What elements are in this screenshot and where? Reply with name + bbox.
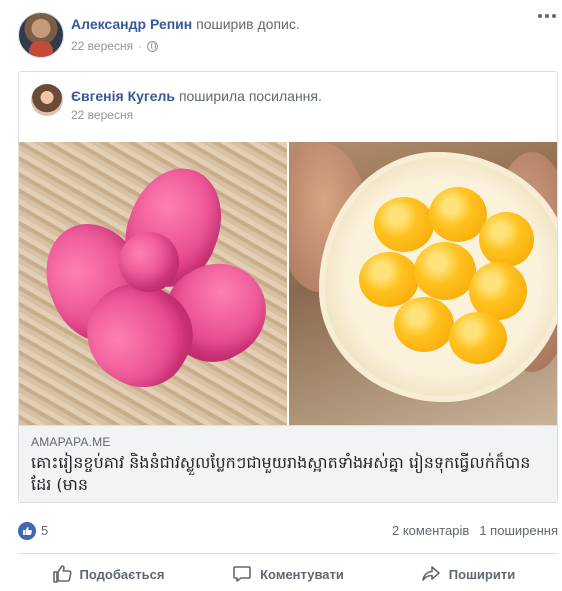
post-meta: 22 вересня ·	[71, 39, 159, 53]
post-stats: 2 коментарів 1 поширення	[392, 523, 558, 538]
link-title[interactable]: គោះរៀនខ្ចប់គាវ និងនំជាវស្លួលប្លែកៗជាមួយរ…	[31, 452, 545, 496]
post-action-text: поширив допис.	[196, 16, 300, 32]
globe-icon	[147, 40, 159, 52]
feed-post: Александр Репин поширив допис. 22 вересн…	[0, 0, 562, 591]
like-count[interactable]: 5	[41, 523, 48, 538]
author-avatar[interactable]	[18, 12, 64, 58]
post-date[interactable]: 22 вересня	[71, 39, 133, 53]
comment-icon	[232, 564, 252, 584]
share-arrow-icon	[421, 564, 441, 584]
reactions-bar: 5 2 коментарів 1 поширення	[18, 521, 558, 541]
share-label: Поширити	[448, 566, 516, 582]
shared-object-link[interactable]: посилання.	[249, 88, 322, 104]
post-headline: Александр Репин поширив допис.	[71, 16, 300, 32]
like-reaction-icon[interactable]	[18, 522, 36, 540]
link-preview-images[interactable]	[19, 142, 557, 425]
link-preview-caption[interactable]: AMAPAPA.ME គោះរៀនខ្ចប់គាវ និងនំជាវស្លួលប…	[19, 425, 557, 502]
comments-count-link[interactable]: 2 коментарів	[392, 523, 469, 538]
more-options-icon[interactable]	[538, 14, 556, 22]
shared-author-avatar[interactable]	[31, 84, 63, 116]
shared-date[interactable]: 22 вересня	[71, 108, 133, 122]
like-button[interactable]: Подобається	[18, 558, 198, 590]
shares-count-link[interactable]: 1 поширення	[479, 523, 558, 538]
author-name-link[interactable]: Александр Репин	[71, 16, 192, 32]
like-label: Подобається	[79, 566, 165, 582]
egg-yolk-dumpling-photo	[289, 142, 557, 425]
shared-post-card: Євгенія Кугель поширила посилання. 22 ве…	[18, 71, 558, 503]
comment-label: Коментувати	[260, 566, 344, 582]
link-domain: AMAPAPA.ME	[31, 435, 111, 449]
thumbs-up-icon	[52, 564, 72, 584]
post-header: Александр Репин поширив допис. 22 вересн…	[18, 12, 558, 58]
pink-dumpling-photo	[19, 142, 287, 425]
comment-button[interactable]: Коментувати	[198, 558, 378, 590]
shared-headline: Євгенія Кугель поширила посилання.	[71, 88, 322, 104]
divider	[18, 553, 558, 554]
shared-action-text: поширила	[178, 88, 245, 104]
share-button[interactable]: Поширити	[378, 558, 558, 590]
post-actions: Подобається Коментувати Поширити	[18, 558, 558, 590]
shared-author-name-link[interactable]: Євгенія Кугель	[71, 88, 175, 104]
